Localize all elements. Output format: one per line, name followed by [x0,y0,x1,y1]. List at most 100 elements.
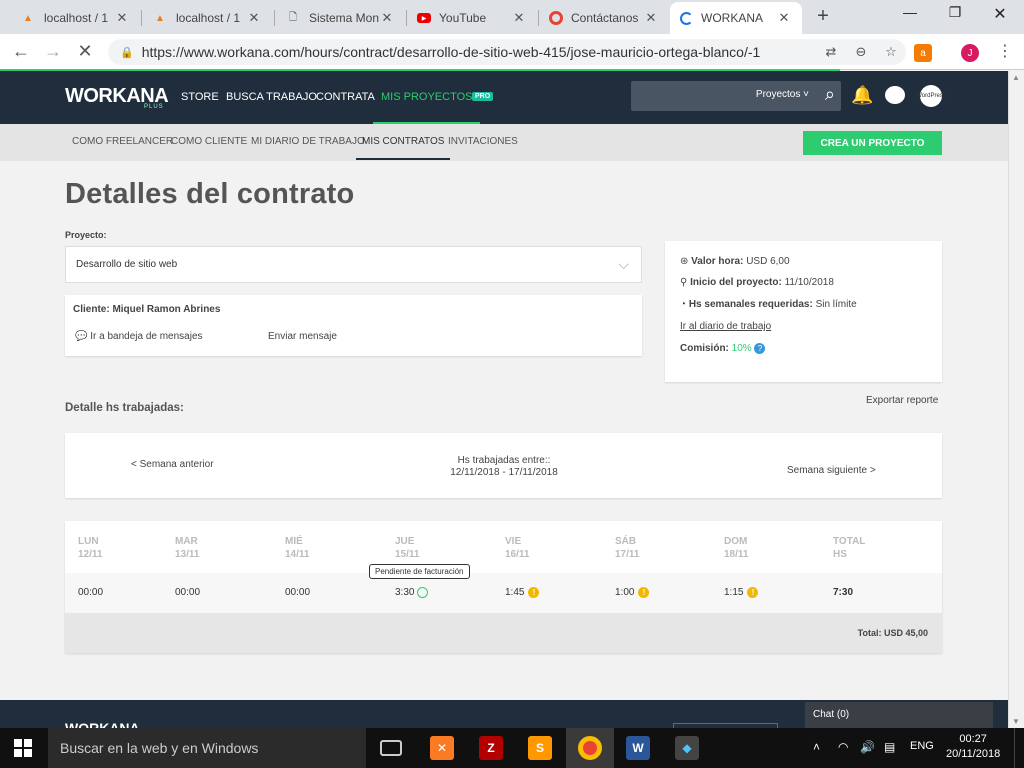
client-card: Cliente: Miquel Ramon Abrines 💬 Ir a ban… [65,295,642,356]
network-icon[interactable]: ◠ [838,740,848,754]
subnav-mi-diario[interactable]: MI DIARIO DE TRABAJO [251,136,365,147]
chat-bubble-icon: 💬 [75,331,88,342]
chrome-icon [549,11,563,25]
forward-icon[interactable]: → [42,41,64,62]
new-tab-icon[interactable]: + [812,5,834,28]
browser-tab-4[interactable]: ▶ YouTube ✕ [407,2,537,34]
nav-mis-proyectos[interactable]: MIS PROYECTOS [372,91,482,124]
search-category-select[interactable]: Proyectos ˅ [756,89,809,100]
loading-icon [680,11,693,25]
export-report-link[interactable]: Exportar reporte [866,395,938,406]
bookmark-star-icon[interactable]: ☆ [876,44,906,60]
sublime-text-icon[interactable]: S [528,736,552,760]
word-icon[interactable]: W [626,736,650,760]
pending-clock-icon[interactable] [417,587,429,598]
subnav-como-cliente[interactable]: COMO CLIENTE [171,136,247,147]
hours-cell-sab[interactable]: 1:00! [615,587,650,598]
task-view-icon[interactable] [380,740,402,756]
close-tab-icon[interactable]: ✕ [114,10,130,26]
table-footer: Total: USD 45,00 [65,613,942,653]
warning-icon[interactable]: ! [747,587,759,598]
nav-busca-trabajo[interactable]: BUSCA TRABAJO [226,91,317,103]
zoom-icon[interactable]: ⊖ [846,44,876,60]
tray-chevron-icon[interactable]: ˄ [813,740,820,754]
range-label: Hs trabajadas entre:: [457,455,551,466]
minimize-icon[interactable]: — [895,4,925,20]
week-navigator: < Semana anterior Hs trabajadas entre:: … [65,433,942,498]
chat-widget[interactable]: Chat (0) [805,702,993,728]
show-desktop-button[interactable] [1014,728,1024,768]
filezilla-icon[interactable]: Z [479,736,503,760]
close-tab-icon[interactable]: ✕ [511,10,527,26]
windows-start-icon[interactable] [14,739,32,757]
messages-icon[interactable] [885,86,905,104]
scroll-down-icon[interactable]: ▼ [1012,717,1020,726]
project-select[interactable]: Desarrollo de sitio web ⌵ [65,246,642,283]
hours-cell-mie: 00:00 [285,587,311,598]
close-tab-icon[interactable]: ✕ [246,10,262,26]
close-tab-icon[interactable]: ✕ [379,10,395,26]
dollar-icon: ⊛ [680,256,689,267]
browser-tab-5[interactable]: Contáctanos ✕ [539,2,669,34]
url-bar[interactable]: 🔒 https://www.workana.com/hours/contract… [108,39,906,65]
commission-value: 10% [731,343,752,355]
page-scrollbar[interactable]: ▲ ▼ [1008,71,1024,728]
close-tab-icon[interactable]: ✕ [776,10,792,26]
search-input[interactable]: Proyectos ˅ ⌕ [631,81,841,111]
extension-icon[interactable]: a [914,44,932,62]
scroll-up-icon[interactable]: ▲ [1012,73,1020,82]
search-icon[interactable]: ⌕ [825,84,835,105]
translate-icon[interactable]: ⇄ [816,44,846,60]
notification-icon[interactable]: ▤ [884,740,895,754]
browser-tab-1[interactable]: ▲ localhost / 1 ✕ [10,2,140,34]
document-icon: 🗋 [288,11,298,23]
total-amount: Total: USD 45,00 [857,628,928,638]
col-header-total: TOTAL HS [833,536,866,560]
hours-total-cell: 7:30 [833,587,854,598]
restore-icon[interactable]: ❐ [940,4,970,21]
browser-tab-3[interactable]: 🗋 Sistema Mon ✕ [275,2,405,34]
close-window-icon[interactable]: ✕ [985,4,1015,24]
close-tab-icon[interactable]: ✕ [643,10,659,26]
subnav-mis-contratos[interactable]: MIS CONTRATOS [355,136,451,160]
nav-contrata[interactable]: CONTRATA [316,91,375,103]
send-message-link[interactable]: Enviar mensaje [268,331,337,342]
hours-cell-vie[interactable]: 1:45! [505,587,540,598]
project-label: Proyecto: [65,230,107,240]
taskbar-search-input[interactable]: Buscar en la web y en Windows [48,728,366,768]
browser-tab-strip: ▲ localhost / 1 ✕ ▲ localhost / 1 ✕ 🗋 Si… [0,0,1024,34]
lock-icon[interactable]: 🔒 [120,46,134,59]
stop-loading-icon[interactable]: ✕ [74,41,96,62]
language-indicator[interactable]: ENG [910,740,934,752]
nav-store[interactable]: STORE [181,91,219,103]
chrome-icon[interactable] [578,736,602,760]
subnav-invitaciones[interactable]: INVITACIONES [448,136,518,147]
work-diary-link[interactable]: Ir al diario de trabajo [680,321,771,332]
menu-kebab-icon[interactable]: ⋮ [994,41,1016,61]
hours-cell-dom[interactable]: 1:15! [724,587,759,598]
browser-tab-2[interactable]: ▲ localhost / 1 ✕ [142,2,272,34]
bell-icon[interactable]: 🔔 [851,85,873,106]
back-icon[interactable]: ← [10,41,32,62]
xampp-icon[interactable]: ✕ [430,736,454,760]
git-icon[interactable]: ◆ [675,736,699,760]
user-avatar[interactable]: WordPress [916,85,946,107]
warning-icon[interactable]: ! [528,587,540,598]
hours-cell-jue[interactable]: 3:30 [395,587,429,598]
taskbar-clock[interactable]: 00:27 20/11/2018 [946,732,1000,762]
prev-week-link[interactable]: < Semana anterior [131,459,214,470]
pro-badge: PRO [472,92,494,101]
next-week-link[interactable]: Semana siguiente > [787,465,876,476]
inbox-link[interactable]: 💬 Ir a bandeja de mensajes [75,331,203,342]
create-project-button[interactable]: CREA UN PROYECTO [803,131,942,155]
warning-icon[interactable]: ! [638,587,650,598]
chrome-taskbar-active[interactable] [566,728,614,768]
col-header-sab: SÁB 17/11 [615,536,640,560]
subnav-como-freelancer[interactable]: COMO FREELANCER [72,136,173,147]
help-icon[interactable]: ? [754,343,766,354]
handshake-icon: ⚲ [680,277,688,288]
volume-icon[interactable]: 🔊 [860,740,875,754]
profile-avatar[interactable]: J [961,44,979,62]
contract-info-card: ⊛ Valor hora: USD 6,00 ⚲ Inicio del proy… [665,241,942,382]
browser-tab-6-active[interactable]: WORKANA ✕ [670,2,802,34]
